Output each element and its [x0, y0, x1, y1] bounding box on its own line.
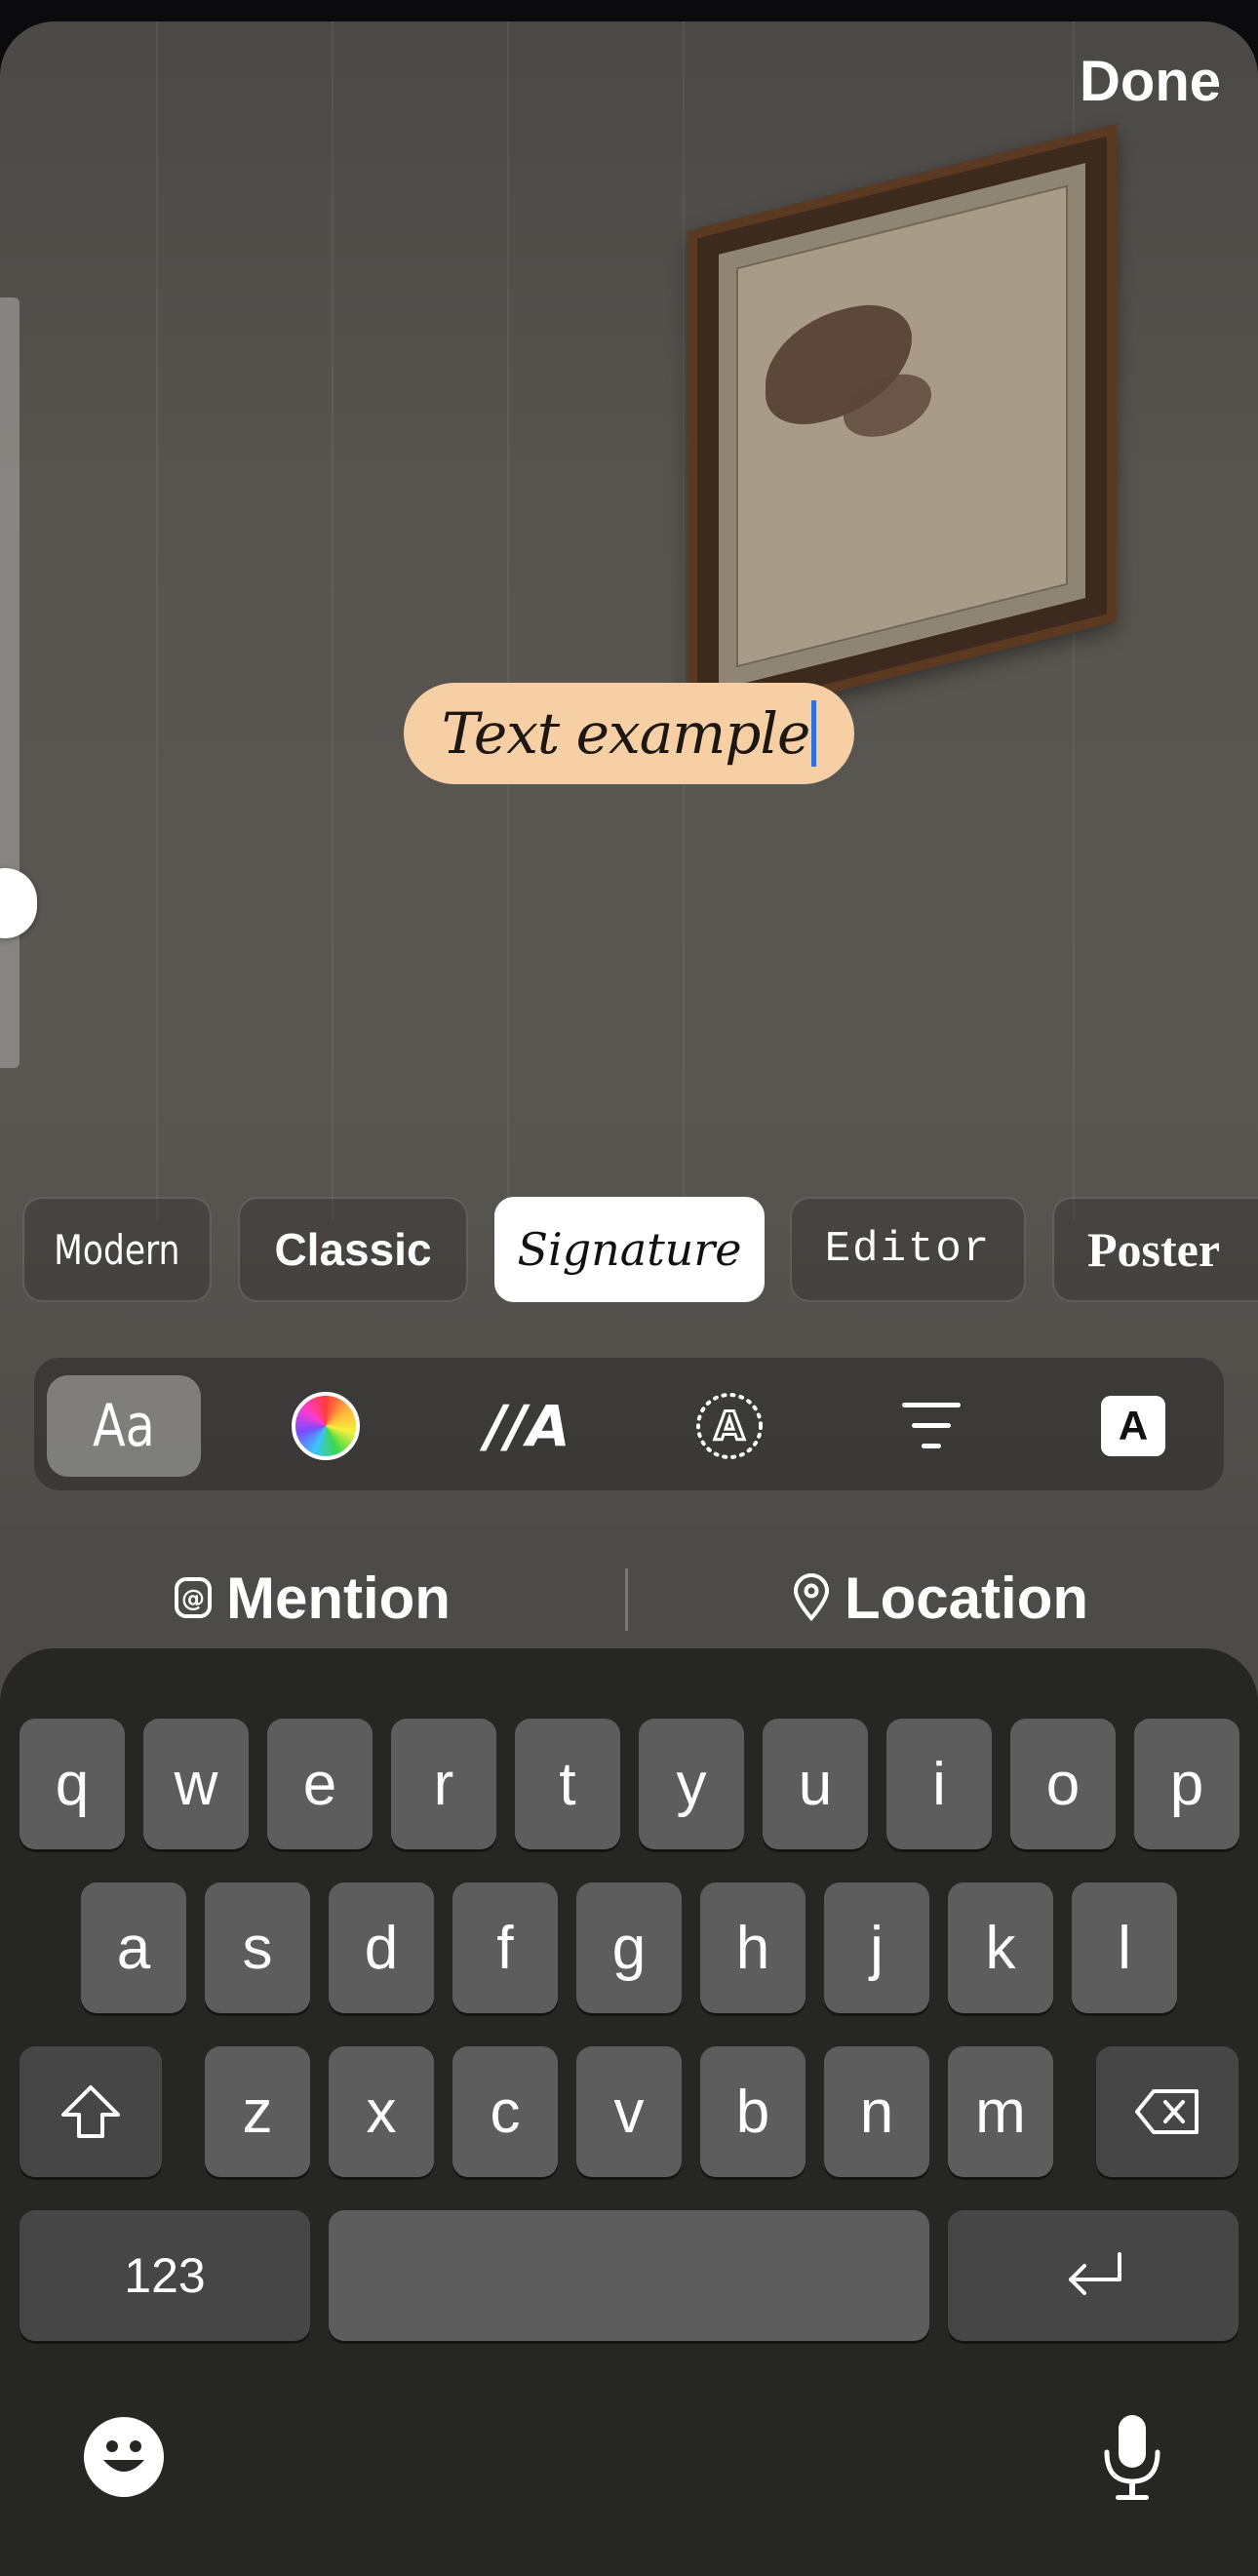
location-pin-icon [793, 1573, 830, 1622]
at-sign-icon: @ [175, 1577, 212, 1618]
font-style-classic[interactable]: Classic [238, 1197, 468, 1302]
wall-line [332, 21, 334, 1221]
key-s[interactable]: s [205, 1882, 310, 2013]
key-r[interactable]: r [391, 1719, 496, 1849]
microphone-icon[interactable] [1100, 2413, 1164, 2503]
key-l[interactable]: l [1072, 1882, 1177, 2013]
font-style-label: Editor [824, 1225, 992, 1274]
key-u[interactable]: u [763, 1719, 868, 1849]
key-w[interactable]: w [143, 1719, 249, 1849]
svg-text:A: A [715, 1405, 745, 1449]
background-icon[interactable]: A [1056, 1375, 1210, 1477]
text-effect-icon[interactable]: A [652, 1375, 806, 1477]
key-x[interactable]: x [329, 2046, 434, 2177]
location-label: Location [845, 1565, 1088, 1631]
text-size-slider-handle[interactable] [0, 868, 37, 938]
key-b[interactable]: b [700, 2046, 806, 2177]
mention-label: Mention [226, 1565, 451, 1631]
delete-key[interactable] [1096, 2046, 1238, 2177]
background-tool-label: A [1101, 1396, 1165, 1456]
color-wheel-icon[interactable] [249, 1375, 403, 1477]
font-style-signature[interactable]: Signature [494, 1197, 765, 1302]
font-tool-label: Aa [93, 1392, 155, 1460]
font-style-editor[interactable]: Editor [790, 1197, 1026, 1302]
key-c[interactable]: c [452, 2046, 558, 2177]
font-style-label: Signature [517, 1223, 742, 1276]
key-t[interactable]: t [515, 1719, 620, 1849]
key-y[interactable]: y [639, 1719, 744, 1849]
text-caret [811, 700, 817, 767]
key-k[interactable]: k [948, 1882, 1053, 2013]
font-style-label: Classic [274, 1224, 432, 1275]
key-e[interactable]: e [267, 1719, 373, 1849]
key-g[interactable]: g [576, 1882, 682, 2013]
text-size-track[interactable] [0, 297, 20, 1068]
key-j[interactable]: j [824, 1882, 929, 2013]
svg-text:@: @ [181, 1585, 205, 1612]
done-button[interactable]: Done [1080, 49, 1221, 114]
font-style-label: Modern [54, 1225, 180, 1274]
animation-icon[interactable]: //A [451, 1375, 605, 1477]
numbers-key[interactable]: 123 [20, 2210, 310, 2341]
text-input-bubble[interactable]: Text example [404, 683, 854, 784]
emoji-icon[interactable] [84, 2417, 164, 2497]
key-a[interactable]: a [81, 1882, 186, 2013]
shift-key[interactable] [20, 2046, 162, 2177]
key-m[interactable]: m [948, 2046, 1053, 2177]
return-key[interactable] [948, 2210, 1238, 2341]
wall-line [507, 21, 509, 1221]
key-p[interactable]: p [1134, 1719, 1239, 1849]
align-icon[interactable] [854, 1375, 1008, 1477]
wall-line [683, 21, 685, 1221]
space-key[interactable] [329, 2210, 929, 2341]
key-f[interactable]: f [452, 1882, 558, 2013]
key-d[interactable]: d [329, 1882, 434, 2013]
text-toolbar: Aa //A A A [34, 1358, 1224, 1490]
font-style-modern[interactable]: Modern [22, 1197, 212, 1302]
divider [625, 1568, 628, 1631]
key-h[interactable]: h [700, 1882, 806, 2013]
key-q[interactable]: q [20, 1719, 125, 1849]
key-i[interactable]: i [886, 1719, 992, 1849]
key-v[interactable]: v [576, 2046, 682, 2177]
background-photo-frame [688, 124, 1117, 729]
text-content[interactable]: Text example [442, 700, 811, 767]
font-style-poster[interactable]: Poster [1052, 1197, 1258, 1302]
font-style-label: Poster [1087, 1222, 1221, 1277]
key-z[interactable]: z [205, 2046, 310, 2177]
wall-line [156, 21, 158, 1221]
font-icon[interactable]: Aa [47, 1375, 201, 1477]
key-o[interactable]: o [1010, 1719, 1116, 1849]
key-n[interactable]: n [824, 2046, 929, 2177]
animation-tool-label: //A [485, 1393, 570, 1459]
